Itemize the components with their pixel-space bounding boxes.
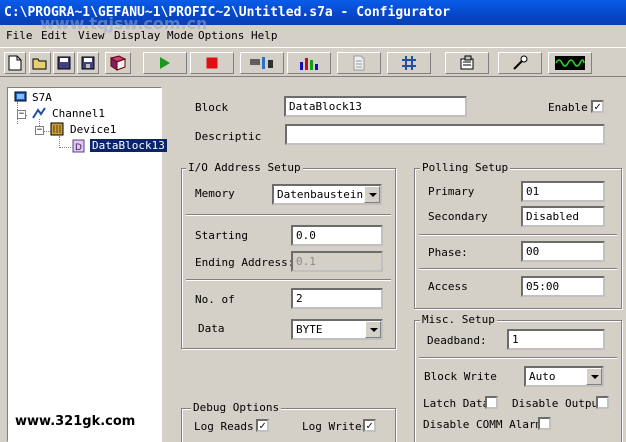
memory-label: Memory: [195, 187, 235, 200]
deadband-input[interactable]: 1: [507, 329, 605, 350]
book-icon: [109, 55, 127, 71]
probe-button[interactable]: [498, 52, 542, 74]
menu-bar: File Edit View Display Mode Options Help: [0, 27, 626, 46]
ending-address-label: Ending Address:: [195, 256, 295, 269]
new-file-icon: [8, 55, 22, 71]
polling-title: Polling Setup: [420, 161, 511, 174]
phase-input[interactable]: 00: [521, 241, 605, 262]
menu-options[interactable]: Options: [198, 29, 244, 42]
latch-data-label: Latch Data: [423, 397, 490, 410]
network-icon: [402, 56, 416, 70]
tree-datablock-label[interactable]: DataBlock13: [90, 139, 167, 152]
log-reads-checkbox[interactable]: ✓: [256, 419, 269, 432]
disable-output-label: Disable Output: [512, 397, 605, 410]
tree-device-label[interactable]: Device1: [70, 123, 116, 136]
block-label: Block: [195, 101, 229, 114]
description-label: Descriptic: [195, 130, 262, 143]
phase-label: Phase:: [428, 246, 468, 259]
new-button[interactable]: [4, 52, 26, 74]
log-writes-label: Log Writes: [302, 420, 369, 433]
chevron-down-icon[interactable]: [365, 321, 381, 338]
ending-address-field: 0.1: [291, 251, 383, 272]
log-reads-label: Log Reads: [194, 420, 254, 433]
svg-text:D: D: [75, 143, 82, 153]
tree-channel-label[interactable]: Channel1: [52, 107, 105, 120]
data-label: Data: [198, 322, 225, 335]
disable-comm-alarms-checkbox[interactable]: [538, 417, 551, 430]
menu-display-mode[interactable]: Display Mode: [114, 29, 193, 42]
data-type-select-value: BYTE: [296, 323, 323, 336]
memory-select[interactable]: Datenbaustein: [272, 184, 382, 205]
waveform-icon: [555, 56, 585, 70]
access-label: Access: [428, 280, 468, 293]
channel-icon: [32, 107, 46, 119]
run-button[interactable]: [143, 52, 187, 74]
toolbar: [0, 47, 626, 77]
block-write-label: Block Write: [424, 370, 497, 383]
stop-icon: [206, 57, 218, 69]
access-input[interactable]: 05:00: [521, 276, 605, 297]
root-node-icon: [14, 91, 27, 102]
probe-icon: [513, 55, 528, 70]
watermark-bottom: www.321gk.com: [15, 414, 136, 429]
description-input[interactable]: [285, 124, 605, 145]
latch-data-checkbox[interactable]: [485, 396, 498, 409]
menu-view[interactable]: View: [78, 29, 105, 42]
play-icon: [160, 57, 170, 69]
document-button[interactable]: [337, 52, 381, 74]
enable-label: Enable: [548, 101, 588, 114]
tools-button[interactable]: [240, 52, 284, 74]
starting-address-input[interactable]: 0.0: [291, 225, 383, 246]
open-button[interactable]: [29, 52, 51, 74]
save-all-button[interactable]: [77, 52, 99, 74]
properties-button[interactable]: [445, 52, 489, 74]
deadband-label: Deadband:: [427, 334, 487, 347]
save-button[interactable]: [53, 52, 75, 74]
secondary-input[interactable]: Disabled: [521, 206, 605, 227]
datablock-icon: D: [72, 139, 85, 153]
starting-label: Starting: [195, 229, 248, 242]
disable-output-checkbox[interactable]: [596, 396, 609, 409]
io-address-title: I/O Address Setup: [186, 161, 303, 174]
menu-file[interactable]: File: [6, 29, 33, 42]
tree-root-label[interactable]: S7A: [32, 91, 52, 104]
save-disk-icon: [57, 56, 71, 70]
memory-select-value: Datenbaustein: [277, 188, 364, 201]
device-collapse-toggle[interactable]: −: [35, 126, 44, 135]
chevron-down-icon[interactable]: [586, 368, 602, 385]
no-of-input[interactable]: 2: [291, 288, 383, 309]
menu-help[interactable]: Help: [251, 29, 278, 42]
primary-label: Primary: [428, 185, 475, 198]
tools-icon: [250, 57, 273, 69]
project-tree: S7A − Channel1 − Device1 D DataBlock13: [7, 87, 167, 442]
stop-button[interactable]: [190, 52, 234, 74]
chevron-down-icon[interactable]: [364, 186, 380, 203]
block-name-input[interactable]: DataBlock13: [284, 96, 467, 117]
block-write-select[interactable]: Auto: [524, 366, 604, 387]
primary-input[interactable]: 01: [521, 181, 605, 202]
log-writes-checkbox[interactable]: ✓: [363, 419, 376, 432]
no-of-label: No. of: [195, 293, 235, 306]
network-button[interactable]: [387, 52, 431, 74]
disable-comm-alarms-label: Disable COMM Alarms: [423, 418, 543, 431]
data-type-select[interactable]: BYTE: [291, 319, 383, 340]
debug-title: Debug Options: [191, 401, 282, 414]
save-all-icon: [81, 56, 95, 70]
bar-chart-icon: [300, 58, 318, 70]
book-button[interactable]: [105, 52, 131, 74]
misc-title: Misc. Setup: [420, 313, 497, 326]
secondary-label: Secondary: [428, 210, 488, 223]
signal-button[interactable]: [548, 52, 592, 74]
device-icon: [50, 122, 64, 136]
bar-view-button[interactable]: [287, 52, 331, 74]
open-folder-icon: [32, 58, 47, 70]
enable-checkbox[interactable]: ✓: [591, 100, 604, 113]
block-write-select-value: Auto: [529, 370, 556, 383]
properties-icon: [460, 55, 474, 70]
menu-edit[interactable]: Edit: [41, 29, 68, 42]
document-icon: [353, 55, 365, 71]
channel-collapse-toggle[interactable]: −: [17, 110, 26, 119]
